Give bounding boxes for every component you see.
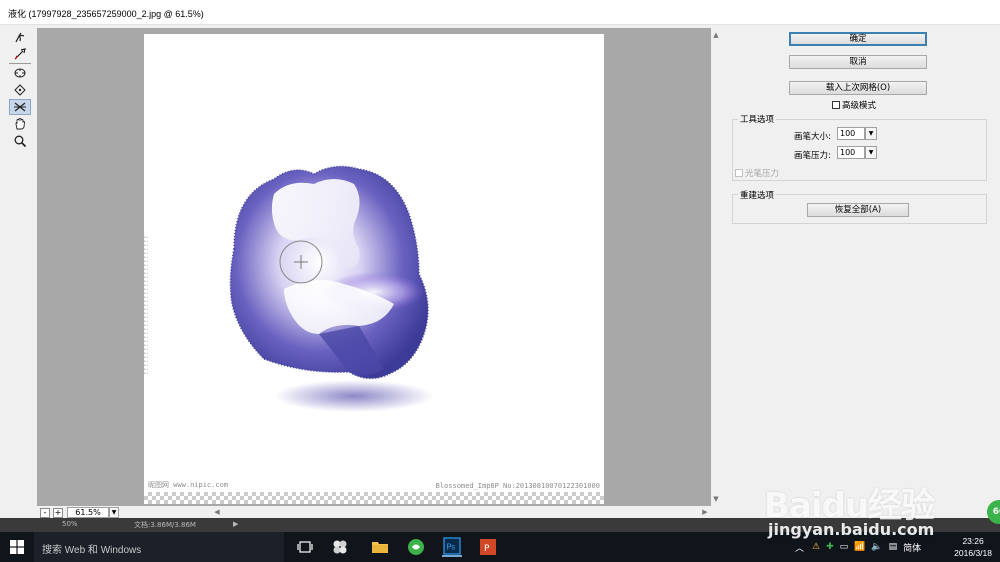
zoom-dropdown-icon[interactable]: ▼ xyxy=(109,507,119,518)
toolbar-divider xyxy=(9,63,31,64)
powerpoint-taskbar-icon[interactable]: P xyxy=(478,537,498,557)
options-panel: 确定 取消 载入上次网格(O) 高级模式 工具选项 画笔大小: 100 ▼ 画笔… xyxy=(724,28,994,508)
brush-pressure-input[interactable]: 100 xyxy=(837,146,865,159)
cancel-button[interactable]: 取消 xyxy=(789,55,927,69)
window-title: 液化 (17997928_235657259000_2.jpg @ 61.5%) xyxy=(8,9,204,19)
zoom-value[interactable]: 61.5% xyxy=(67,507,109,518)
svg-text:P: P xyxy=(484,544,490,554)
push-left-tool-icon[interactable] xyxy=(9,99,31,115)
pucker-tool-icon[interactable] xyxy=(9,65,31,81)
forward-warp-tool-icon[interactable] xyxy=(9,29,31,45)
battery-icon[interactable]: ▭ xyxy=(840,542,849,552)
scroll-up-icon[interactable]: ▲ xyxy=(712,30,720,40)
notifications-icon[interactable]: ▤ xyxy=(889,542,898,552)
brush-pressure-label: 画笔压力: xyxy=(794,151,831,161)
load-last-mesh-button[interactable]: 载入上次网格(O) xyxy=(789,81,927,95)
zoom-in-button[interactable]: + xyxy=(53,507,63,518)
bloat-tool-icon[interactable] xyxy=(9,82,31,98)
reconstruct-options-title: 重建选项 xyxy=(738,189,777,201)
task-view-icon[interactable] xyxy=(295,537,315,557)
baidu-watermark: Baidu经验 jingyan.baidu.com xyxy=(760,460,1000,540)
advanced-mode-checkbox[interactable]: 高级模式 xyxy=(832,99,876,111)
file-explorer-icon[interactable] xyxy=(370,537,390,557)
browser-360-icon[interactable] xyxy=(406,537,426,557)
svg-text:Ps: Ps xyxy=(447,543,456,552)
status-doc-size: 文档:3.86M/3.86M xyxy=(134,521,196,529)
scroll-down-icon[interactable]: ▼ xyxy=(712,494,720,504)
tool-options-title: 工具选项 xyxy=(738,113,777,125)
clock-date: 2016/3/18 xyxy=(954,548,992,558)
liquified-sphere-graphic xyxy=(229,165,434,412)
vertical-scrollbar[interactable]: ▲ ▼ xyxy=(711,28,721,506)
scroll-right-icon[interactable]: ▶ xyxy=(700,507,710,517)
zoom-out-button[interactable]: - xyxy=(40,507,50,518)
transparency-edge-left xyxy=(144,234,148,374)
liquify-toolbar xyxy=(8,28,34,508)
status-zoom: 50% xyxy=(62,520,78,528)
brush-size-label: 画笔大小: xyxy=(794,132,831,142)
title-bar[interactable]: 液化 (17997928_235657259000_2.jpg @ 61.5%) xyxy=(0,0,1000,25)
baidu-jingyan-url: jingyan.baidu.com xyxy=(768,520,935,539)
stylus-pressure-label: 光笔压力 xyxy=(745,169,780,179)
tray-expand-icon[interactable]: ︿ xyxy=(795,541,804,554)
zoom-tool-icon[interactable] xyxy=(9,133,31,149)
document-image[interactable]: 昵图网 www.nipic.com Blossomed_Imp8P No:201… xyxy=(144,34,604,504)
brush-pressure-dropdown-icon[interactable]: ▼ xyxy=(865,146,877,159)
pinwheel-app-icon[interactable] xyxy=(330,537,350,557)
stylus-pressure-box[interactable] xyxy=(735,169,743,177)
liquify-window: 液化 (17997928_235657259000_2.jpg @ 61.5%) xyxy=(0,0,1000,532)
tray-security-icon[interactable]: ✚ xyxy=(826,542,834,552)
wifi-icon[interactable]: 📶 xyxy=(854,542,865,552)
taskbar-search-placeholder: 搜索 Web 和 Windows xyxy=(42,545,142,556)
photoshop-taskbar-icon[interactable]: Ps xyxy=(442,537,462,557)
watermark-right: Blossomed_Imp8P No:20130810070122301000 xyxy=(435,482,600,490)
brush-size-dropdown-icon[interactable]: ▼ xyxy=(865,127,877,140)
taskbar-search[interactable]: 搜索 Web 和 Windows xyxy=(34,532,284,562)
horizontal-scrollbar[interactable]: ◀ ▶ xyxy=(210,506,712,518)
reconstruct-tool-icon[interactable] xyxy=(9,46,31,62)
status-arrow-icon[interactable]: ▶ xyxy=(233,520,238,528)
brush-size-input[interactable]: 100 xyxy=(837,127,865,140)
advanced-mode-label: 高级模式 xyxy=(842,101,877,111)
ok-button[interactable]: 确定 xyxy=(789,32,927,46)
watermark-left: 昵图网 www.nipic.com xyxy=(148,481,229,489)
tray-warning-icon[interactable]: ⚠ xyxy=(812,542,820,552)
restore-all-button[interactable]: 恢复全部(A) xyxy=(807,203,909,217)
ime-indicator[interactable]: 简体 xyxy=(903,541,921,554)
scroll-left-icon[interactable]: ◀ xyxy=(212,507,222,517)
windows-start-icon[interactable] xyxy=(10,540,24,554)
hand-tool-icon[interactable] xyxy=(9,116,31,132)
volume-icon[interactable]: 🔈 xyxy=(871,542,882,552)
stylus-pressure-checkbox[interactable]: 光笔压力 xyxy=(735,167,779,179)
advanced-mode-box[interactable] xyxy=(832,101,840,109)
transparency-edge-bottom xyxy=(144,492,604,504)
